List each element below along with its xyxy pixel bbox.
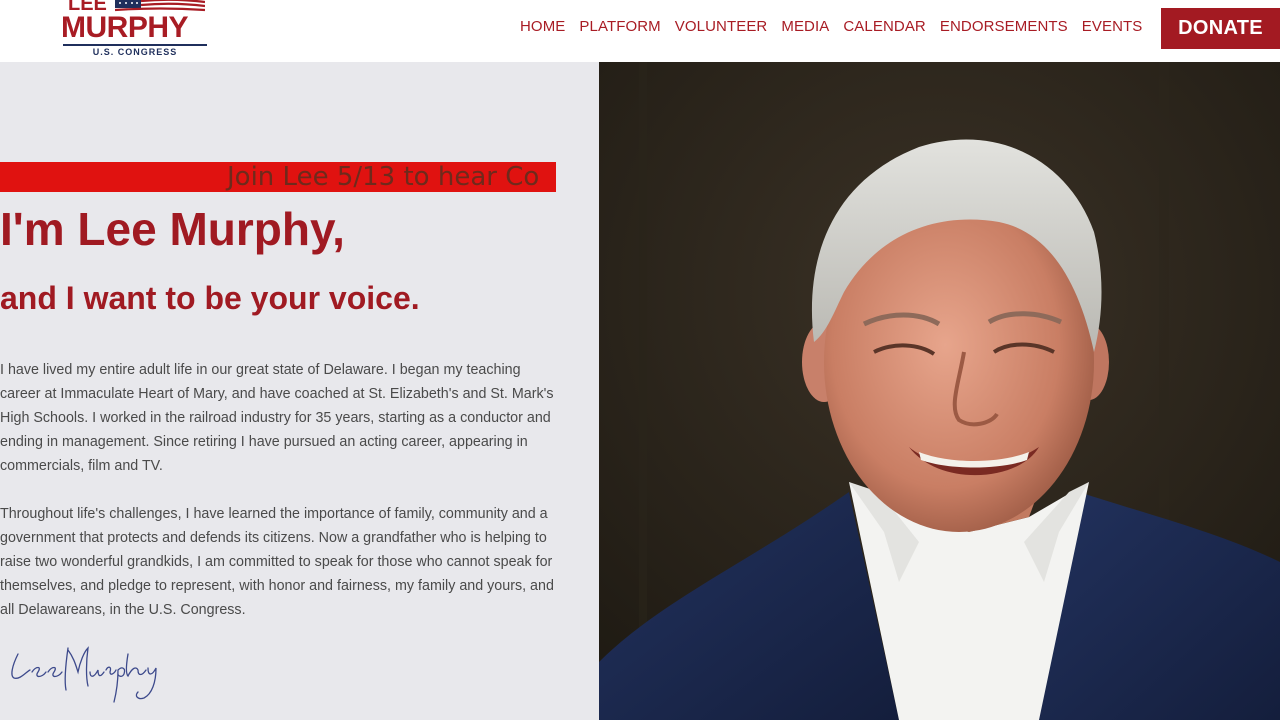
logo-tagline: U.S. CONGRESS <box>92 47 178 57</box>
intro-panel: Join Lee 5/13 to hear Co I'm Lee Murphy,… <box>0 62 599 720</box>
nav-events[interactable]: EVENTS <box>1075 18 1150 35</box>
campaign-logo[interactable]: LEE MURPHY U.S. CONGRESS <box>60 0 210 60</box>
nav-endorsements[interactable]: ENDORSEMENTS <box>933 18 1075 35</box>
hero-headline: I'm Lee Murphy, <box>0 203 345 255</box>
nav-volunteer[interactable]: VOLUNTEER <box>668 18 775 35</box>
nav-media[interactable]: MEDIA <box>774 18 836 35</box>
signature-image <box>11 646 157 703</box>
bio-paragraph-1: I have lived my entire adult life in our… <box>0 362 554 474</box>
nav-home[interactable]: HOME <box>513 18 572 35</box>
nav-platform[interactable]: PLATFORM <box>572 18 667 35</box>
logo-divider <box>63 44 207 46</box>
logo-last-name: MURPHY <box>61 11 189 44</box>
donate-button[interactable]: DONATE <box>1161 8 1280 49</box>
ticker-text: Join Lee 5/13 to hear Co <box>227 162 540 192</box>
main-nav: HOME PLATFORM VOLUNTEER MEDIA CALENDAR E… <box>513 18 1149 35</box>
announcement-ticker[interactable]: Join Lee 5/13 to hear Co <box>0 162 556 192</box>
site-header: LEE MURPHY U.S. CONGRESS HOME PLATFORM V… <box>0 0 1280 62</box>
nav-calendar[interactable]: CALENDAR <box>836 18 933 35</box>
portrait-image <box>599 62 1280 720</box>
candidate-portrait <box>599 62 1280 720</box>
bio-paragraph-2: Throughout life's challenges, I have lea… <box>0 506 554 618</box>
hero-subheadline: and I want to be your voice. <box>0 280 420 316</box>
